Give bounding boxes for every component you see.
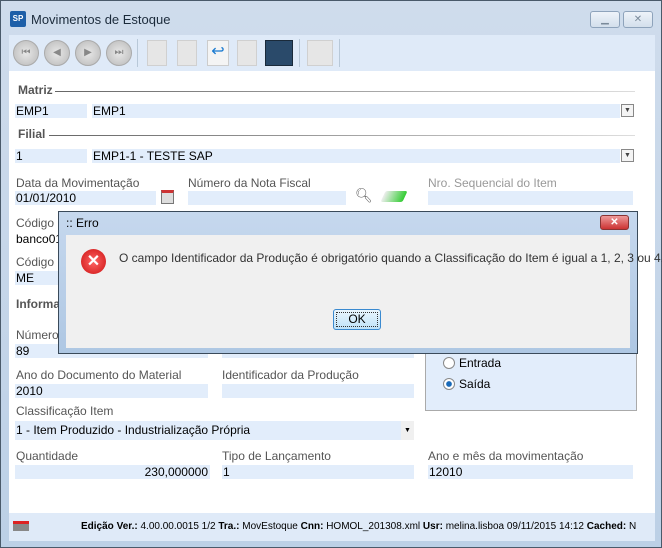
separator	[299, 39, 300, 67]
close-button[interactable]: ✕	[623, 11, 653, 28]
matriz-code-field[interactable]: EMP1	[15, 104, 87, 118]
toolbar: ⏮ ◀ ▶ ⏭ ↩	[9, 35, 655, 71]
dialog-close-button[interactable]: ✕	[600, 215, 629, 230]
eraser-icon[interactable]	[380, 191, 408, 202]
qtd-field[interactable]: 230,000000	[15, 465, 210, 479]
ano-doc-field[interactable]: 2010	[15, 384, 208, 398]
radio-saida[interactable]	[443, 378, 455, 390]
data-mov-field[interactable]: 01/01/2010	[15, 191, 156, 205]
section-informa: Informa	[16, 297, 61, 311]
error-icon: ✕	[81, 249, 106, 274]
label-tipo: Tipo de Lançamento	[222, 449, 331, 463]
error-message: O campo Identificador da Produção é obri…	[119, 251, 662, 265]
label-cod-l: Código L	[16, 255, 65, 269]
status-text: Edição Ver.: 4.00.00.0015 1/2 Tra.: MovE…	[81, 521, 637, 532]
anomes-field[interactable]: 12010	[428, 465, 633, 479]
minimize-button[interactable]: ▁	[590, 11, 620, 28]
ok-button[interactable]: OK	[333, 309, 381, 330]
label-qtd: Quantidade	[16, 449, 79, 463]
chevron-down-icon[interactable]: ▼	[621, 104, 634, 117]
class-select[interactable]: 1 - Item Produzido - Industrialização Pr…	[15, 421, 401, 440]
divider	[49, 135, 635, 136]
label-seq: Nro. Sequencial do Item	[428, 176, 557, 190]
undo-icon[interactable]: ↩	[207, 40, 229, 66]
previous-icon[interactable]: ◀	[44, 40, 70, 66]
next-icon[interactable]: ▶	[75, 40, 101, 66]
first-icon[interactable]: ⏮	[13, 40, 39, 66]
lock-icon[interactable]	[307, 40, 333, 66]
radio-entrada[interactable]	[443, 357, 455, 369]
error-dialog: :: Erro ✕ ✕ O campo Identificador da Pro…	[58, 211, 662, 354]
separator	[137, 39, 138, 67]
label-anomes: Ano e mês da movimentação	[428, 449, 584, 463]
new-icon[interactable]	[147, 40, 167, 66]
app-logo: SP	[10, 11, 26, 27]
search-icon[interactable]: 🔍︎	[355, 187, 373, 204]
tipo-field[interactable]: 1	[222, 465, 414, 479]
last-icon[interactable]: ⏭	[106, 40, 132, 66]
status-bar: Edição Ver.: 4.00.00.0015 1/2 Tra.: MovE…	[9, 513, 655, 541]
radio-saida-label: Saída	[459, 377, 491, 391]
seq-field[interactable]	[428, 191, 633, 205]
divider	[55, 91, 635, 92]
label-ident: Identificador da Produção	[222, 368, 359, 382]
ident-field[interactable]	[222, 384, 414, 398]
export-icon[interactable]	[13, 521, 29, 531]
label-data-mov: Data da Movimentação	[16, 176, 140, 190]
dialog-title: :: Erro	[66, 216, 99, 230]
section-matriz: Matriz	[18, 83, 53, 97]
chevron-down-icon[interactable]: ▼	[621, 149, 634, 162]
delete-icon[interactable]	[237, 40, 257, 66]
window-title: Movimentos de Estoque	[31, 12, 171, 27]
dialog-body: ✕ O campo Identificador da Produção é ob…	[66, 235, 662, 348]
filial-name-select[interactable]: EMP1-1 - TESTE SAP	[92, 149, 620, 163]
matriz-name-select[interactable]: EMP1	[92, 104, 620, 118]
filial-code-field[interactable]: 1	[15, 149, 87, 163]
label-ano-doc: Ano do Documento do Material	[16, 368, 182, 382]
save-icon[interactable]	[265, 40, 293, 66]
section-filial: Filial	[18, 127, 46, 141]
radio-entrada-label: Entrada	[459, 356, 502, 370]
edit-icon[interactable]	[177, 40, 197, 66]
chevron-down-icon[interactable]: ▼	[401, 421, 414, 440]
separator	[339, 39, 340, 67]
calendar-icon[interactable]	[161, 190, 174, 204]
label-class: Classificação Item	[16, 404, 114, 418]
nota-field[interactable]	[188, 191, 346, 205]
label-nota: Número da Nota Fiscal	[188, 176, 311, 190]
